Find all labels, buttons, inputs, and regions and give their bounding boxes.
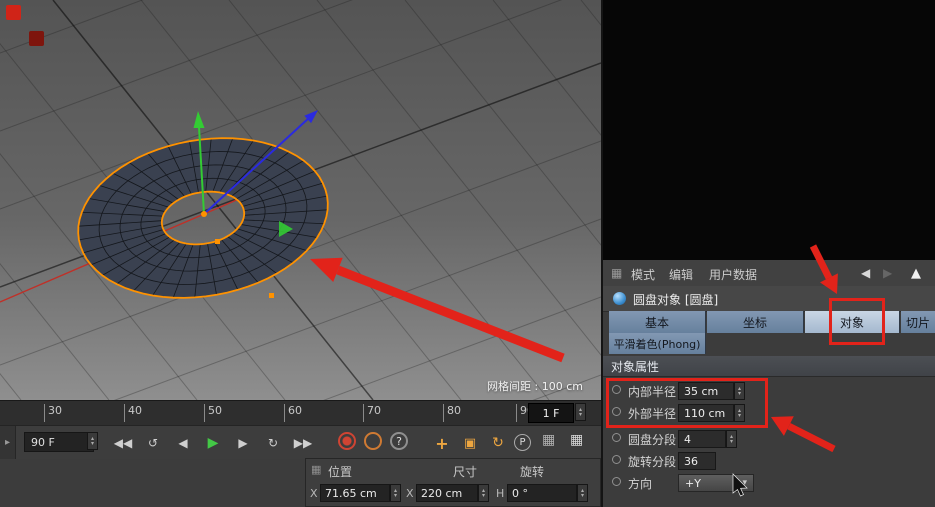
- disc-segments-spinner[interactable]: ▴ ▾: [726, 430, 737, 448]
- attribute-manager-toolbar: ▦ 模式 编辑 用户数据 ◀ ▶ ▲: [603, 260, 935, 287]
- tab-basic[interactable]: 基本: [609, 311, 706, 333]
- property-row-disc-segments: 圆盘分段 4 ▴ ▾: [603, 428, 935, 449]
- timeline-ruler[interactable]: 30 40 50 60 70 80 90 1 F ▴ ▾: [0, 400, 601, 426]
- disc-segments-field[interactable]: 4: [678, 430, 726, 448]
- coordinates-panel: ▦ 位置 尺寸 旋转 X 71.65 cm ▴ ▾ X 220 cm ▴ ▾ H…: [305, 458, 601, 507]
- record-rotation-button[interactable]: ↻: [486, 431, 510, 455]
- ruler-tick: 50: [204, 404, 222, 422]
- orientation-dropdown[interactable]: +Y ▾: [678, 474, 754, 492]
- spinner-down-icon[interactable]: ▾: [730, 439, 733, 445]
- goto-start-button[interactable]: ◀◀: [110, 430, 136, 455]
- record-parameter-button[interactable]: P: [514, 434, 531, 451]
- annotation-square-dark: [29, 31, 44, 46]
- panel-grid-icon[interactable]: ▦: [611, 266, 622, 280]
- rot-h-axis-label: H: [496, 487, 505, 500]
- highlight-rect-object-tab: [829, 298, 885, 345]
- ruler-tick: 70: [363, 404, 381, 422]
- rot-h-spinner[interactable]: ▴ ▾: [577, 484, 588, 502]
- keyframe-dot-icon[interactable]: [612, 433, 621, 442]
- cinema4d-window: 网格间距 : 100 cm 30 40 50 60 70 80 90 1 F ▴…: [0, 0, 935, 507]
- position-header: 位置: [328, 465, 353, 479]
- property-label: 圆盘分段: [628, 433, 677, 447]
- ruler-tick: 60: [284, 404, 302, 422]
- viewport-canvas: [0, 0, 601, 400]
- ruler-tick: 30: [44, 404, 62, 422]
- panel-grid-icon[interactable]: ▦: [311, 463, 321, 476]
- menu-mode[interactable]: 模式: [631, 266, 655, 283]
- rot-h-field[interactable]: 0 °: [507, 484, 577, 502]
- empty-manager-area: [603, 0, 935, 260]
- end-frame-field[interactable]: 90 F: [24, 432, 94, 452]
- pos-x-spinner[interactable]: ▴ ▾: [390, 484, 401, 502]
- viewport-3d[interactable]: 网格间距 : 100 cm: [0, 0, 601, 400]
- object-title: 圆盘对象 [圆盘]: [633, 293, 719, 307]
- property-label: 旋转分段: [628, 455, 677, 469]
- tab-phong[interactable]: 平滑着色(Phong): [609, 333, 706, 354]
- size-x-axis-label: X: [406, 487, 414, 500]
- orientation-value: +Y: [685, 476, 701, 490]
- loop-button[interactable]: ↻: [260, 430, 286, 455]
- autokey-button[interactable]: [364, 432, 382, 450]
- keyframe-dot-icon[interactable]: [612, 477, 621, 486]
- keyframe-dot-icon[interactable]: [612, 455, 621, 464]
- animation-toolbar: ▸ 90 F ▴ ▾ ◀◀ ↺ ◀ ▶ ▶ ↻ ▶▶ ? + ▣ ↻ P ▦ ▦: [0, 425, 601, 459]
- attribute-manager: ▦ 模式 编辑 用户数据 ◀ ▶ ▲ 圆盘对象 [圆盘] 基本 坐标 对象 切片…: [601, 0, 935, 507]
- prev-key-button[interactable]: ↺: [140, 430, 166, 455]
- ruler-tick: 40: [124, 404, 142, 422]
- spinner-down-icon[interactable]: ▾: [394, 493, 397, 499]
- annotation-square-red: [6, 5, 21, 20]
- goto-end-button[interactable]: ▶▶: [290, 430, 316, 455]
- grid-spacing-label: 网格间距 : 100 cm: [487, 380, 583, 393]
- object-header-row: 圆盘对象 [圆盘]: [603, 286, 935, 312]
- panel-corner-icon[interactable]: ▸: [0, 426, 16, 459]
- record-options-button[interactable]: ?: [390, 432, 408, 450]
- next-frame-button[interactable]: ▶: [230, 430, 256, 455]
- spinner-down-icon[interactable]: ▾: [581, 493, 584, 499]
- object-properties-header: 对象属性: [603, 356, 935, 377]
- play-button[interactable]: ▶: [200, 430, 226, 455]
- spinner-down-icon[interactable]: ▾: [482, 493, 485, 499]
- size-x-spinner[interactable]: ▴ ▾: [478, 484, 489, 502]
- ruler-tick: 80: [443, 404, 461, 422]
- size-x-field[interactable]: 220 cm: [416, 484, 478, 502]
- keyframe-selection-icon[interactable]: ▦: [542, 432, 555, 448]
- prev-frame-button[interactable]: ◀: [170, 430, 196, 455]
- size-header: 尺寸: [453, 465, 478, 479]
- history-forward-icon[interactable]: ▶: [883, 266, 892, 280]
- tab-coordinates[interactable]: 坐标: [707, 311, 804, 333]
- nav-up-icon[interactable]: ▲: [911, 266, 921, 281]
- menu-userdata[interactable]: 用户数据: [709, 266, 757, 283]
- pos-x-field[interactable]: 71.65 cm: [320, 484, 390, 502]
- highlight-rect-radius-fields: [606, 378, 768, 428]
- property-label: 方向: [628, 477, 653, 491]
- spinner-down-icon[interactable]: ▾: [91, 441, 94, 447]
- property-row-rotation-segments: 旋转分段 36: [603, 450, 935, 471]
- menu-edit[interactable]: 编辑: [669, 266, 693, 283]
- rotation-segments-field[interactable]: 36: [678, 452, 716, 470]
- frame-spinner[interactable]: ▴ ▾: [575, 403, 586, 421]
- tab-slice[interactable]: 切片: [901, 311, 935, 333]
- record-scale-button[interactable]: ▣: [458, 431, 482, 455]
- dropdown-arrow-icon: ▾: [742, 478, 747, 488]
- property-row-orientation: 方向 +Y ▾: [603, 472, 935, 493]
- pos-x-axis-label: X: [310, 487, 318, 500]
- rotation-header: 旋转: [520, 465, 545, 479]
- record-position-button[interactable]: +: [430, 431, 454, 455]
- record-keyframe-button[interactable]: [338, 432, 356, 450]
- disc-object-icon: [613, 292, 626, 305]
- spinner-down-icon[interactable]: ▾: [579, 412, 582, 418]
- grid-toggle-icon[interactable]: ▦: [570, 432, 583, 448]
- history-back-icon[interactable]: ◀: [861, 266, 870, 280]
- current-frame-field[interactable]: 1 F: [528, 403, 574, 423]
- end-frame-spinner[interactable]: ▴ ▾: [87, 432, 98, 450]
